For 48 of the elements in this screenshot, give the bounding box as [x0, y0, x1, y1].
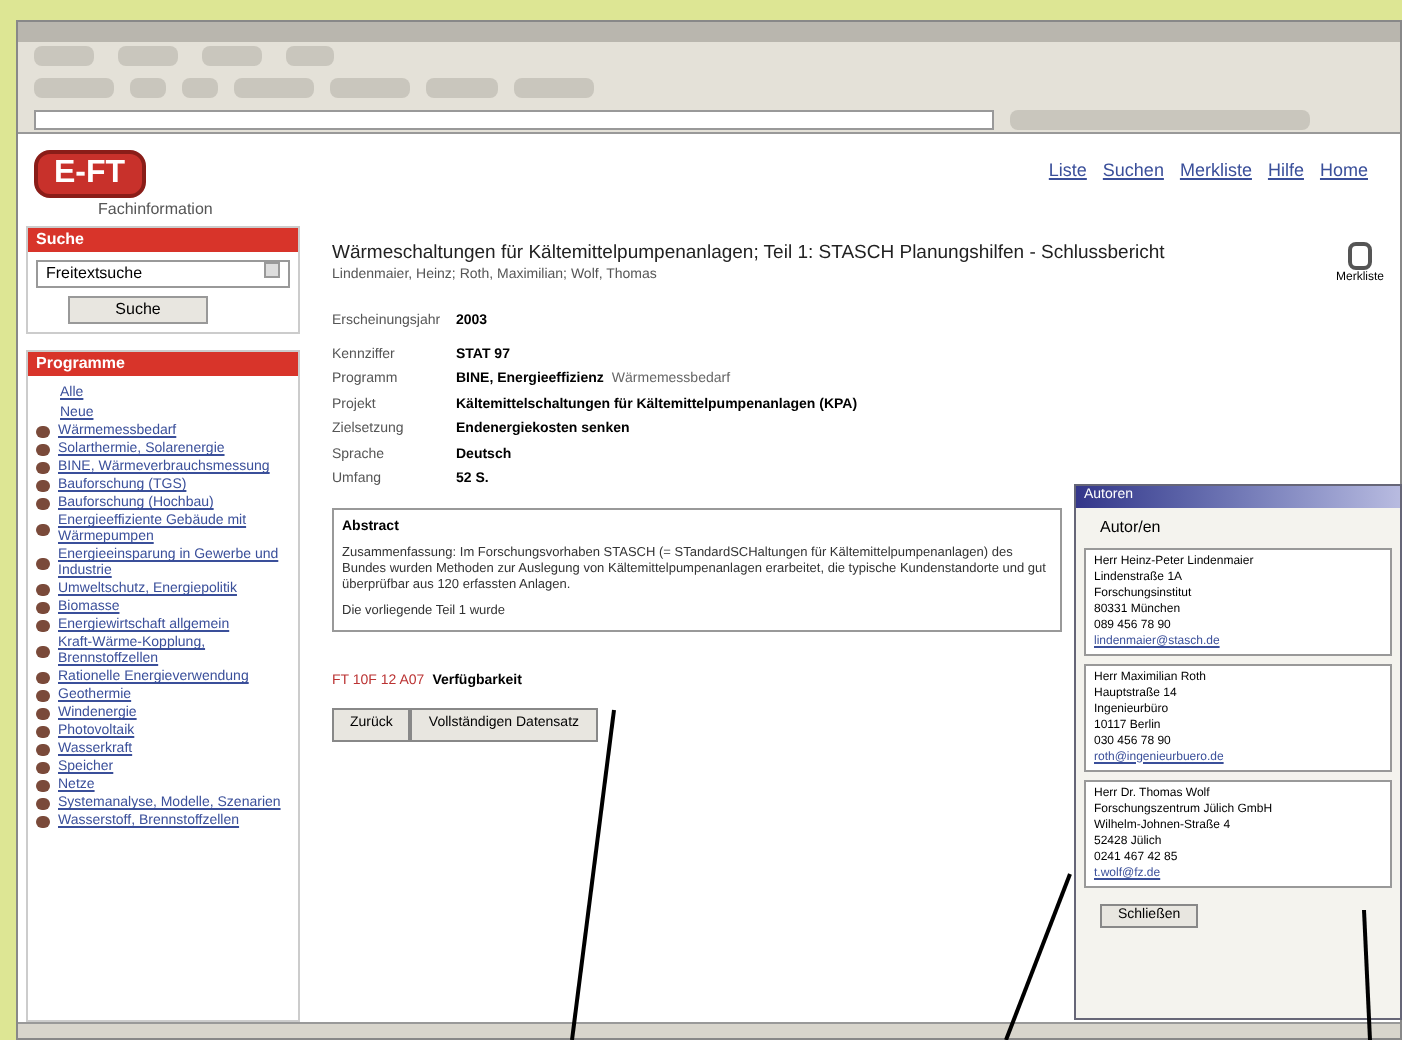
toolbar-item[interactable] [514, 78, 594, 98]
search-select[interactable]: Freitextsuche [36, 260, 290, 288]
bullet-icon [36, 602, 50, 614]
popup-heading: Autor/en [1098, 515, 1163, 539]
bullet-icon [36, 444, 50, 456]
bullet-icon [36, 744, 50, 756]
logo[interactable]: E-FT [34, 150, 146, 198]
bullet-icon [36, 498, 50, 510]
bullet-icon [36, 762, 50, 774]
bullet-icon [36, 462, 50, 474]
bullet-icon [36, 708, 50, 720]
bullet-icon [36, 780, 50, 792]
toolbar-item[interactable] [182, 78, 218, 98]
search-button[interactable]: Suche [68, 296, 208, 324]
toolbar-item[interactable] [34, 46, 94, 66]
toolbar-item[interactable] [234, 78, 314, 98]
bullet-icon [36, 558, 50, 570]
bullet-icon [36, 426, 50, 438]
logo-subtitle: Fachinformation [96, 198, 213, 222]
bullet-icon [36, 584, 50, 596]
toolbar-item[interactable] [1010, 109, 1310, 129]
panel-title: Suche [28, 228, 298, 252]
bullet-icon [36, 816, 50, 828]
toolbar-item[interactable] [286, 46, 334, 66]
bullet-icon [36, 798, 50, 810]
header-link[interactable]: Home [1319, 158, 1368, 185]
toolbar-item[interactable] [118, 46, 178, 66]
header-link[interactable]: Liste [1048, 158, 1087, 185]
panel-title: Programme [28, 352, 298, 376]
bullet-icon [36, 620, 50, 632]
bullet-icon [36, 690, 50, 702]
header-link[interactable]: Merkliste [1179, 158, 1252, 185]
bullet-icon [36, 672, 50, 684]
header-link[interactable]: Suchen [1102, 158, 1164, 185]
caret-icon [264, 262, 280, 278]
bullet-icon [36, 524, 50, 536]
bullet-icon [36, 480, 50, 492]
leader-line [1362, 909, 1372, 1040]
address-field[interactable] [34, 109, 994, 129]
bullet-icon [36, 726, 50, 738]
toolbar-item[interactable] [34, 78, 114, 98]
toolbar-item[interactable] [202, 46, 262, 66]
bullet-icon [36, 646, 50, 658]
header-link[interactable]: Hilfe [1267, 158, 1304, 185]
toolbar-item[interactable] [330, 78, 410, 98]
toolbar-item[interactable] [426, 78, 498, 98]
document-title: Wärmeschaltungen für Kältemittelpumpenanlagen; Teil 1: STASCH Planungshilfen - Schlussbericht [332, 242, 1167, 266]
toolbar-item[interactable] [130, 78, 166, 98]
